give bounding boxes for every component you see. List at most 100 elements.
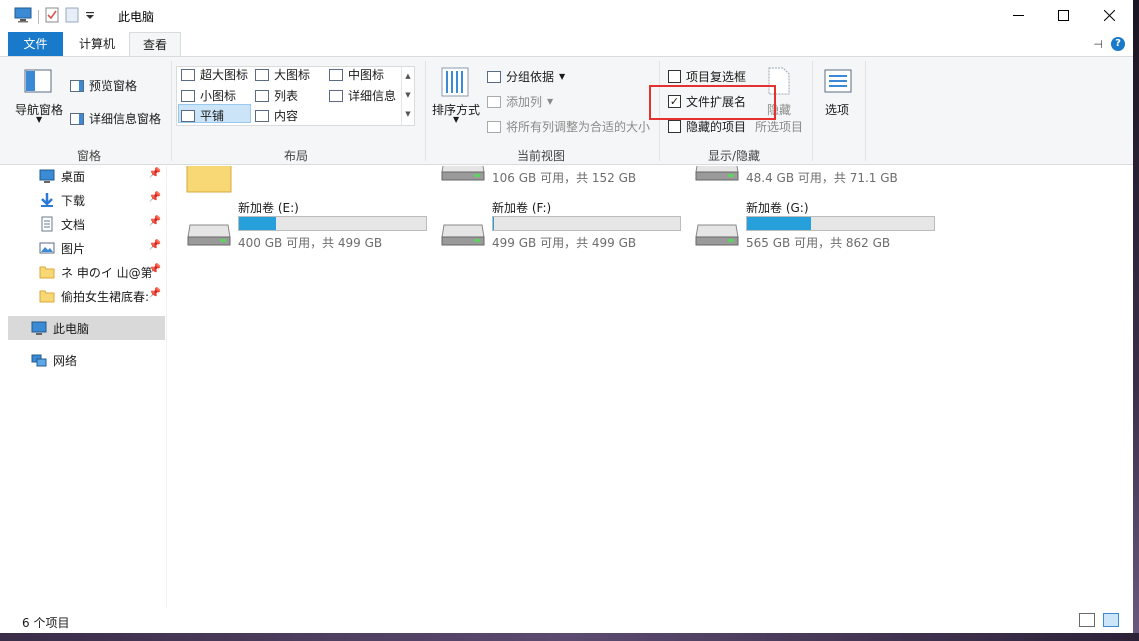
layout-medium-icons[interactable]: 中图标 [329,66,384,83]
layout-small-icons[interactable]: 小图标 [181,87,236,104]
tab-computer[interactable]: 计算机 [66,32,128,56]
tab-view[interactable]: 查看 [129,32,181,57]
drive-usage-bar [492,216,681,231]
new-folder-icon[interactable] [65,7,79,26]
tiles-icon [181,109,195,122]
add-column-button[interactable]: 添加列 ▼ [487,93,553,110]
ribbon-tabs: 文件 计算机 查看 ⊣ ? [0,31,1133,57]
details-pane-button[interactable]: 详细信息窗格 [70,110,161,127]
nav-item-label: 桌面 [61,170,86,184]
item-checkboxes-toggle[interactable]: 项目复选框 [668,68,746,85]
properties-icon[interactable] [45,7,59,26]
tab-file[interactable]: 文件 [8,32,63,56]
options-button[interactable]: 选项 [825,101,849,118]
drive-tile[interactable]: 48.4 GB 可用，共 71.1 GB [694,166,944,186]
gallery-expand-icon[interactable]: ▼ [402,105,414,124]
layout-list[interactable]: 列表 [255,87,298,104]
layout-tiles[interactable]: 平铺 [181,107,224,124]
scroll-down-icon[interactable]: ▼ [402,86,414,105]
layout-details[interactable]: 详细信息 [329,87,396,104]
network-icon [31,352,47,368]
pin-icon[interactable]: 📌 [149,288,161,299]
add-column-icon [487,95,501,108]
drive-free-space: 400 GB 可用，共 499 GB [238,236,383,250]
hide-selected-sub-label: 所选项目 [755,120,804,134]
scroll-up-icon[interactable]: ▲ [402,67,414,86]
medium-icons-icon [329,68,343,81]
group-by-label: 分组依据 [506,70,555,84]
chevron-down-icon: ▼ [36,115,43,124]
drive-tile-g[interactable]: 新加卷 (G:) 565 GB 可用，共 862 GB [694,199,944,251]
nav-item-documents[interactable]: 文档 📌 [8,212,165,236]
help-icon[interactable]: ? [1111,37,1125,51]
drive-icon [186,211,232,247]
pin-icon[interactable]: 📌 [149,168,161,179]
nav-item-label: 文档 [61,218,86,232]
options-icon[interactable] [824,69,852,93]
minimize-button[interactable] [995,0,1041,31]
close-button[interactable] [1086,0,1132,31]
tiles-view-icon[interactable] [1103,613,1119,627]
group-by-button[interactable]: 分组依据 ▼ [487,68,565,85]
pin-icon[interactable]: 📌 [149,216,161,227]
nav-item-pictures[interactable]: 图片 📌 [8,236,165,260]
folder-tile[interactable] [185,166,435,193]
nav-item-label: 图片 [61,242,86,256]
layout-label: 详细信息 [348,89,397,103]
sort-by-icon[interactable] [441,67,469,97]
this-pc-icon[interactable] [14,7,32,26]
pictures-icon [39,240,55,256]
nav-item-network[interactable]: 网络 [8,348,165,372]
pin-icon[interactable]: 📌 [149,240,161,251]
details-view-icon[interactable] [1079,613,1095,627]
extra-large-icons-icon [181,68,195,81]
layout-content[interactable]: 内容 [255,107,298,124]
nav-item-this-pc[interactable]: 此电脑 [8,316,165,340]
drive-usage-fill [747,217,811,230]
fit-columns-label: 将所有列调整为合适的大小 [506,120,651,134]
layout-label: 超大图标 [200,68,249,82]
customize-toolbar-icon[interactable] [85,10,95,24]
nav-item-label: 此电脑 [53,322,90,336]
add-column-chevron-icon: ▼ [547,97,554,106]
preview-pane-label: 预览窗格 [89,79,138,93]
nav-item-folder-1[interactable]: ネ 申のイ 山@第- 📌 [8,260,165,284]
navigation-pane: 桌面 📌 下载 📌 文档 📌 图片 📌 ネ 申のイ 山@第- 📌 偷拍女生裙底春… [8,166,165,608]
window-title: 此电脑 [118,10,155,24]
maximize-button[interactable] [1040,0,1086,31]
layout-label: 中图标 [348,68,385,82]
nav-item-folder-2[interactable]: 偷拍女生裙底春: 📌 [8,284,165,308]
details-icon [329,89,343,102]
drive-tile-e[interactable]: 新加卷 (E:) 400 GB 可用，共 499 GB [186,199,436,251]
item-checkboxes-checkbox[interactable] [668,70,681,83]
drive-tile-f[interactable]: 新加卷 (F:) 499 GB 可用，共 499 GB [440,199,690,251]
group-by-chevron-icon: ▼ [559,72,566,81]
preview-pane-button[interactable]: 预览窗格 [70,77,137,94]
layout-scrollbar[interactable]: ▲ ▼ ▼ [401,67,414,125]
layout-extra-large-icons[interactable]: 超大图标 [181,66,248,83]
small-icons-icon [181,89,195,102]
drive-icon [694,166,740,182]
nav-item-label: ネ 申のイ 山@第- [61,266,151,280]
drive-free-space: 499 GB 可用，共 499 GB [492,236,637,250]
highlight-box [649,85,776,120]
pin-icon[interactable]: 📌 [149,264,161,275]
fit-columns-button[interactable]: 将所有列调整为合适的大小 [487,118,650,135]
layout-large-icons[interactable]: 大图标 [255,66,310,83]
group-label-show-hide: 显示/隐藏 [708,149,761,163]
hidden-items-checkbox[interactable] [668,120,681,133]
nav-item-downloads[interactable]: 下载 📌 [8,188,165,212]
list-icon [255,89,269,102]
details-pane-icon [70,112,84,125]
pin-ribbon-icon[interactable]: ⊣ [1093,38,1103,51]
this-pc-icon [31,320,47,336]
pin-icon[interactable]: 📌 [149,192,161,203]
nav-item-desktop[interactable]: 桌面 📌 [8,164,165,188]
drive-tile[interactable]: 106 GB 可用，共 152 GB [440,166,690,186]
folder-icon [185,166,233,194]
drive-usage-bar [746,216,935,231]
drive-name: 新加卷 (F:) [492,201,552,215]
content-icon [255,109,269,122]
nav-pane-button[interactable] [24,69,52,96]
hidden-items-toggle[interactable]: 隐藏的项目 [668,118,746,135]
